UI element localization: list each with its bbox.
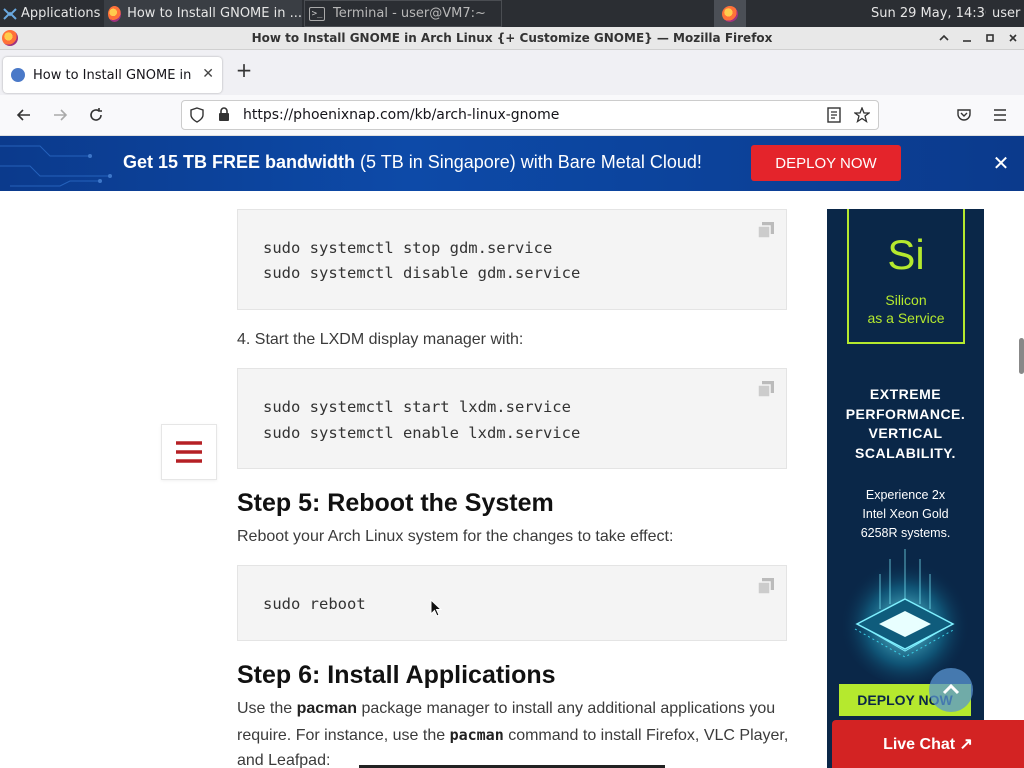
user-menu[interactable]: user	[992, 0, 1024, 27]
circuit-decoration	[0, 145, 112, 187]
reload-icon	[90, 108, 102, 121]
taskbar-firefox-window[interactable]: How to Install GNOME in ...	[104, 0, 302, 27]
maximize-button[interactable]	[981, 29, 999, 47]
ad-headline: EXTREME PERFORMANCE. VERTICAL SCALABILIT…	[827, 385, 984, 463]
code-line: sudo systemctl stop gdm.service	[263, 239, 553, 257]
taskbar-terminal-label: Terminal - user@VM7:~	[333, 6, 486, 21]
step5-heading: Step 5: Reboot the System	[237, 489, 554, 517]
window-shade-button[interactable]	[935, 29, 953, 47]
code-line: sudo reboot	[263, 595, 366, 613]
back-button[interactable]	[14, 105, 34, 125]
hamburger-icon	[994, 109, 1006, 121]
new-tab-button[interactable]: +	[234, 58, 254, 82]
taskbar-terminal-window[interactable]: >_ Terminal - user@VM7:~	[304, 0, 502, 27]
tab-active[interactable]: How to Install GNOME in Arch Linux ✕	[3, 57, 222, 93]
copy-icon[interactable]	[757, 577, 775, 595]
arrow-left-icon	[16, 109, 30, 121]
cpu-chip-image	[840, 549, 970, 684]
step6-heading: Step 6: Install Applications	[237, 661, 556, 689]
banner-close-button[interactable]: ✕	[990, 151, 1012, 175]
step5-text: Reboot your Arch Linux system for the ch…	[237, 528, 674, 545]
text-fragment: command to install Firefox, VLC Player,	[503, 727, 789, 744]
page-scrollbar-thumb[interactable]	[1019, 338, 1024, 374]
chevron-up-icon	[939, 34, 949, 41]
copy-icon[interactable]	[757, 221, 775, 239]
applications-menu[interactable]: Applications	[0, 0, 102, 27]
menu-button[interactable]	[990, 105, 1010, 125]
code-line: sudo systemctl enable lxdm.service	[263, 424, 581, 442]
code-line: sudo systemctl start lxdm.service	[263, 398, 571, 416]
pacman-bold: pacman	[296, 700, 358, 717]
xfce-icon	[2, 6, 18, 22]
step4-text: 4. Start the LXDM display manager with:	[237, 331, 524, 348]
copy-icon[interactable]	[757, 380, 775, 398]
arrow-right-icon	[54, 109, 68, 121]
chevron-up-icon	[942, 683, 960, 695]
maximize-icon	[986, 34, 994, 42]
silicon-line: Silicon	[885, 292, 927, 308]
close-icon	[1009, 34, 1017, 42]
text-fragment: require. For instance, use the	[237, 727, 450, 744]
headline-line: SCALABILITY.	[855, 444, 956, 461]
code-block-stop-gdm[interactable]: sudo systemctl stop gdm.service sudo sys…	[237, 209, 787, 310]
promo-banner: Get 15 TB FREE bandwidth (5 TB in Singap…	[0, 136, 1024, 191]
globe-icon	[11, 68, 25, 82]
terminal-icon: >_	[309, 6, 325, 21]
step6-line-1: Use the pacman package manager to instal…	[237, 700, 775, 718]
shield-icon[interactable]	[190, 107, 204, 127]
taskbar: Applications How to Install GNOME in ...…	[0, 0, 1024, 27]
headline-line: PERFORMANCE.	[845, 405, 966, 422]
minimize-icon	[963, 40, 971, 42]
step6-line-2: require. For instance, use the pacman co…	[237, 726, 788, 745]
banner-rest-text: (5 TB in Singapore) with Bare Metal Clou…	[355, 152, 702, 172]
taskbar-firefox-label: How to Install GNOME in ...	[127, 6, 302, 21]
reader-view-icon[interactable]	[827, 107, 841, 127]
tab-strip: How to Install GNOME in Arch Linux ✕	[0, 50, 1024, 95]
subtext-line: Intel Xeon Gold	[862, 507, 949, 521]
pocket-icon	[957, 109, 971, 121]
table-of-contents-button[interactable]	[161, 424, 217, 480]
close-window-button[interactable]	[1004, 29, 1022, 47]
mouse-cursor-icon	[430, 599, 442, 617]
step6-line-3: and Leafpad:	[237, 752, 331, 768]
banner-text: Get 15 TB FREE bandwidth (5 TB in Singap…	[123, 152, 702, 173]
silicon-line: as a Service	[867, 310, 945, 326]
pacman-code: pacman	[449, 726, 504, 744]
silicon-tagline: Silicon as a Service	[849, 291, 963, 327]
code-block-start-lxdm[interactable]: sudo systemctl start lxdm.service sudo s…	[237, 368, 787, 469]
pocket-button[interactable]	[954, 105, 974, 125]
tab-close-button[interactable]: ✕	[202, 66, 214, 82]
subtext-line: Experience 2x	[865, 488, 946, 502]
window-title: How to Install GNOME in Arch Linux {+ Cu…	[251, 31, 773, 45]
reload-button[interactable]	[86, 105, 106, 125]
minimize-button[interactable]	[958, 29, 976, 47]
firefox-icon	[108, 5, 122, 22]
bookmark-star-icon[interactable]	[853, 106, 871, 127]
live-chat-button[interactable]: Live Chat ↗	[832, 720, 1024, 768]
clock[interactable]: Sun 29 May, 14:36	[866, 0, 986, 27]
navigation-bar: https://phoenixnap.com/kb/arch-linux-gno…	[0, 95, 1024, 136]
window-titlebar: How to Install GNOME in Arch Linux {+ Cu…	[0, 27, 1024, 50]
hamburger-icon	[176, 441, 202, 463]
text-fragment: package manager to install any additiona…	[357, 700, 776, 717]
page-content: sudo systemctl stop gdm.service sudo sys…	[0, 191, 1024, 768]
si-logo-box: Si Silicon as a Service	[847, 209, 965, 344]
firefox-icon	[722, 5, 738, 22]
forward-button[interactable]	[50, 105, 70, 125]
applications-label: Applications	[21, 6, 101, 21]
headline-line: VERTICAL	[868, 425, 943, 441]
text-fragment: Use the	[237, 700, 297, 717]
si-logo: Si	[887, 231, 925, 278]
deploy-now-button[interactable]: DEPLOY NOW	[751, 145, 901, 181]
tab-title: How to Install GNOME in Arch Linux	[33, 67, 193, 83]
code-block-reboot[interactable]: sudo reboot	[237, 565, 787, 641]
lock-icon[interactable]	[218, 107, 230, 126]
tray-firefox-icon[interactable]	[714, 0, 746, 27]
code-line: sudo systemctl disable gdm.service	[263, 264, 581, 282]
headline-line: EXTREME	[869, 386, 942, 402]
banner-bold-text: Get 15 TB FREE bandwidth	[123, 152, 356, 172]
scroll-to-top-button[interactable]	[929, 668, 973, 712]
url-bar[interactable]: https://phoenixnap.com/kb/arch-linux-gno…	[181, 100, 879, 130]
url-text: https://phoenixnap.com/kb/arch-linux-gno…	[243, 107, 560, 123]
